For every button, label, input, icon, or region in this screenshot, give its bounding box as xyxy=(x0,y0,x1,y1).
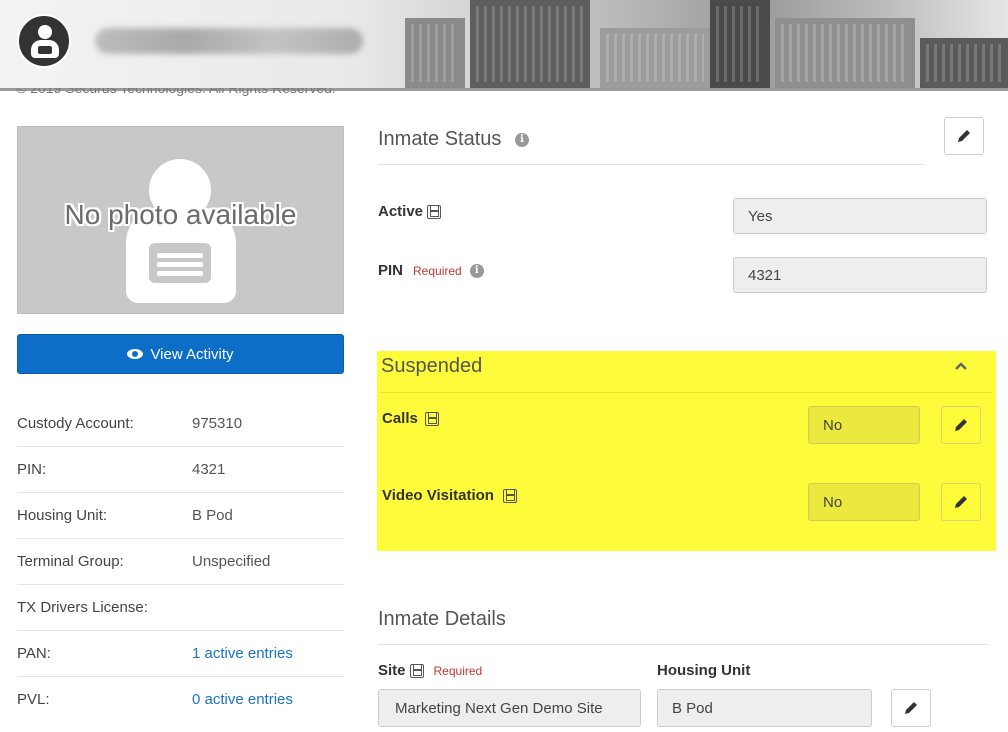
edit-video-visitation-button[interactable] xyxy=(941,483,981,521)
pvl-entries-link[interactable]: 0 active entries xyxy=(192,691,293,708)
pan-entries-link[interactable]: 1 active entries xyxy=(192,645,293,662)
edit-calls-button[interactable] xyxy=(941,406,981,444)
pencil-icon xyxy=(905,702,917,714)
skyline-graphic xyxy=(920,38,1008,88)
skyline-graphic xyxy=(775,18,915,88)
inmate-details-heading: Inmate Details xyxy=(378,608,506,630)
site-label: Site Required xyxy=(378,662,482,679)
site-field: Marketing Next Gen Demo Site xyxy=(378,689,641,727)
info-label: Terminal Group: xyxy=(17,553,124,570)
pin-field: 4321 xyxy=(733,257,987,293)
pencil-icon xyxy=(955,419,967,431)
active-label-text: Active xyxy=(378,203,424,220)
info-label: PIN: xyxy=(17,461,47,478)
section-divider xyxy=(378,644,988,645)
view-activity-button[interactable]: View Activity xyxy=(17,334,344,374)
chevron-up-icon[interactable] xyxy=(955,360,967,372)
skyline-graphic xyxy=(600,28,710,88)
info-value: 975310 xyxy=(192,414,243,432)
skyline-graphic xyxy=(710,0,770,88)
save-icon xyxy=(427,204,442,219)
active-label: Active xyxy=(378,203,442,220)
info-row-pin: PIN: 4321 xyxy=(17,446,344,492)
info-label: PVL: xyxy=(17,691,50,708)
info-row-custody-account: Custody Account: 975310 xyxy=(17,400,344,446)
info-row-pvl: PVL: 0 active entries xyxy=(17,676,344,722)
info-label: PAN: xyxy=(17,645,51,662)
inmate-profile-page: © 2019 Securus Technologies. All Rights … xyxy=(0,0,1008,732)
info-label: Custody Account: xyxy=(17,414,134,432)
info-row-pan: PAN: 1 active entries xyxy=(17,630,344,676)
info-label: Housing Unit: xyxy=(17,507,108,524)
suspended-section: Suspended xyxy=(377,351,996,551)
info-value: Unspecified xyxy=(192,553,271,570)
housing-unit-label: Housing Unit xyxy=(657,662,751,679)
inmate-status-heading: Inmate Status i xyxy=(378,128,529,151)
calls-field: No xyxy=(808,406,920,444)
calls-label-text: Calls xyxy=(382,410,418,427)
inmate-photo-placeholder: No photo available xyxy=(17,126,344,314)
pencil-icon xyxy=(958,130,970,142)
save-icon xyxy=(424,411,439,426)
info-row-terminal-group: Terminal Group: Unspecified xyxy=(17,538,344,584)
suspended-heading: Suspended xyxy=(381,355,483,377)
pin-label-text: PIN xyxy=(378,262,404,279)
info-label: TX Drivers License: xyxy=(17,599,148,616)
section-divider xyxy=(381,392,992,393)
skyline-graphic xyxy=(470,0,590,88)
required-badge: Required xyxy=(413,263,462,278)
info-icon[interactable]: i xyxy=(469,263,484,278)
view-activity-label: View Activity xyxy=(150,345,234,363)
skyline-graphic xyxy=(405,18,465,88)
site-label-text: Site xyxy=(378,662,406,679)
inmate-status-title: Inmate Status xyxy=(378,128,502,150)
video-visitation-field: No xyxy=(808,483,920,521)
pin-label: PIN Required i xyxy=(378,262,484,279)
required-badge: Required xyxy=(433,663,483,678)
profile-info-table: Custody Account: 975310 PIN: 4321 Housin… xyxy=(17,400,344,722)
section-divider xyxy=(378,164,924,165)
calls-label: Calls xyxy=(382,410,439,427)
video-visitation-label: Video Visitation xyxy=(382,487,517,504)
save-icon xyxy=(409,663,424,678)
eye-icon xyxy=(127,349,144,359)
video-visitation-label-text: Video Visitation xyxy=(382,487,494,504)
info-row-tx-drivers-license: TX Drivers License: xyxy=(17,584,344,630)
active-field: Yes xyxy=(733,198,987,234)
info-row-housing-unit: Housing Unit: B Pod xyxy=(17,492,344,538)
info-icon[interactable]: i xyxy=(514,132,529,147)
info-value: 4321 xyxy=(192,461,226,478)
user-avatar-icon[interactable] xyxy=(17,14,71,68)
edit-housing-unit-button[interactable] xyxy=(891,689,931,727)
save-icon xyxy=(502,488,517,503)
header-banner xyxy=(0,0,1008,88)
edit-status-button[interactable] xyxy=(944,117,984,155)
id-card-icon xyxy=(149,243,211,283)
redacted-inmate-name xyxy=(95,28,363,54)
pencil-icon xyxy=(955,496,967,508)
housing-unit-field: B Pod xyxy=(657,689,872,727)
info-value: B Pod xyxy=(192,507,233,524)
no-photo-label: No photo available xyxy=(64,199,297,230)
